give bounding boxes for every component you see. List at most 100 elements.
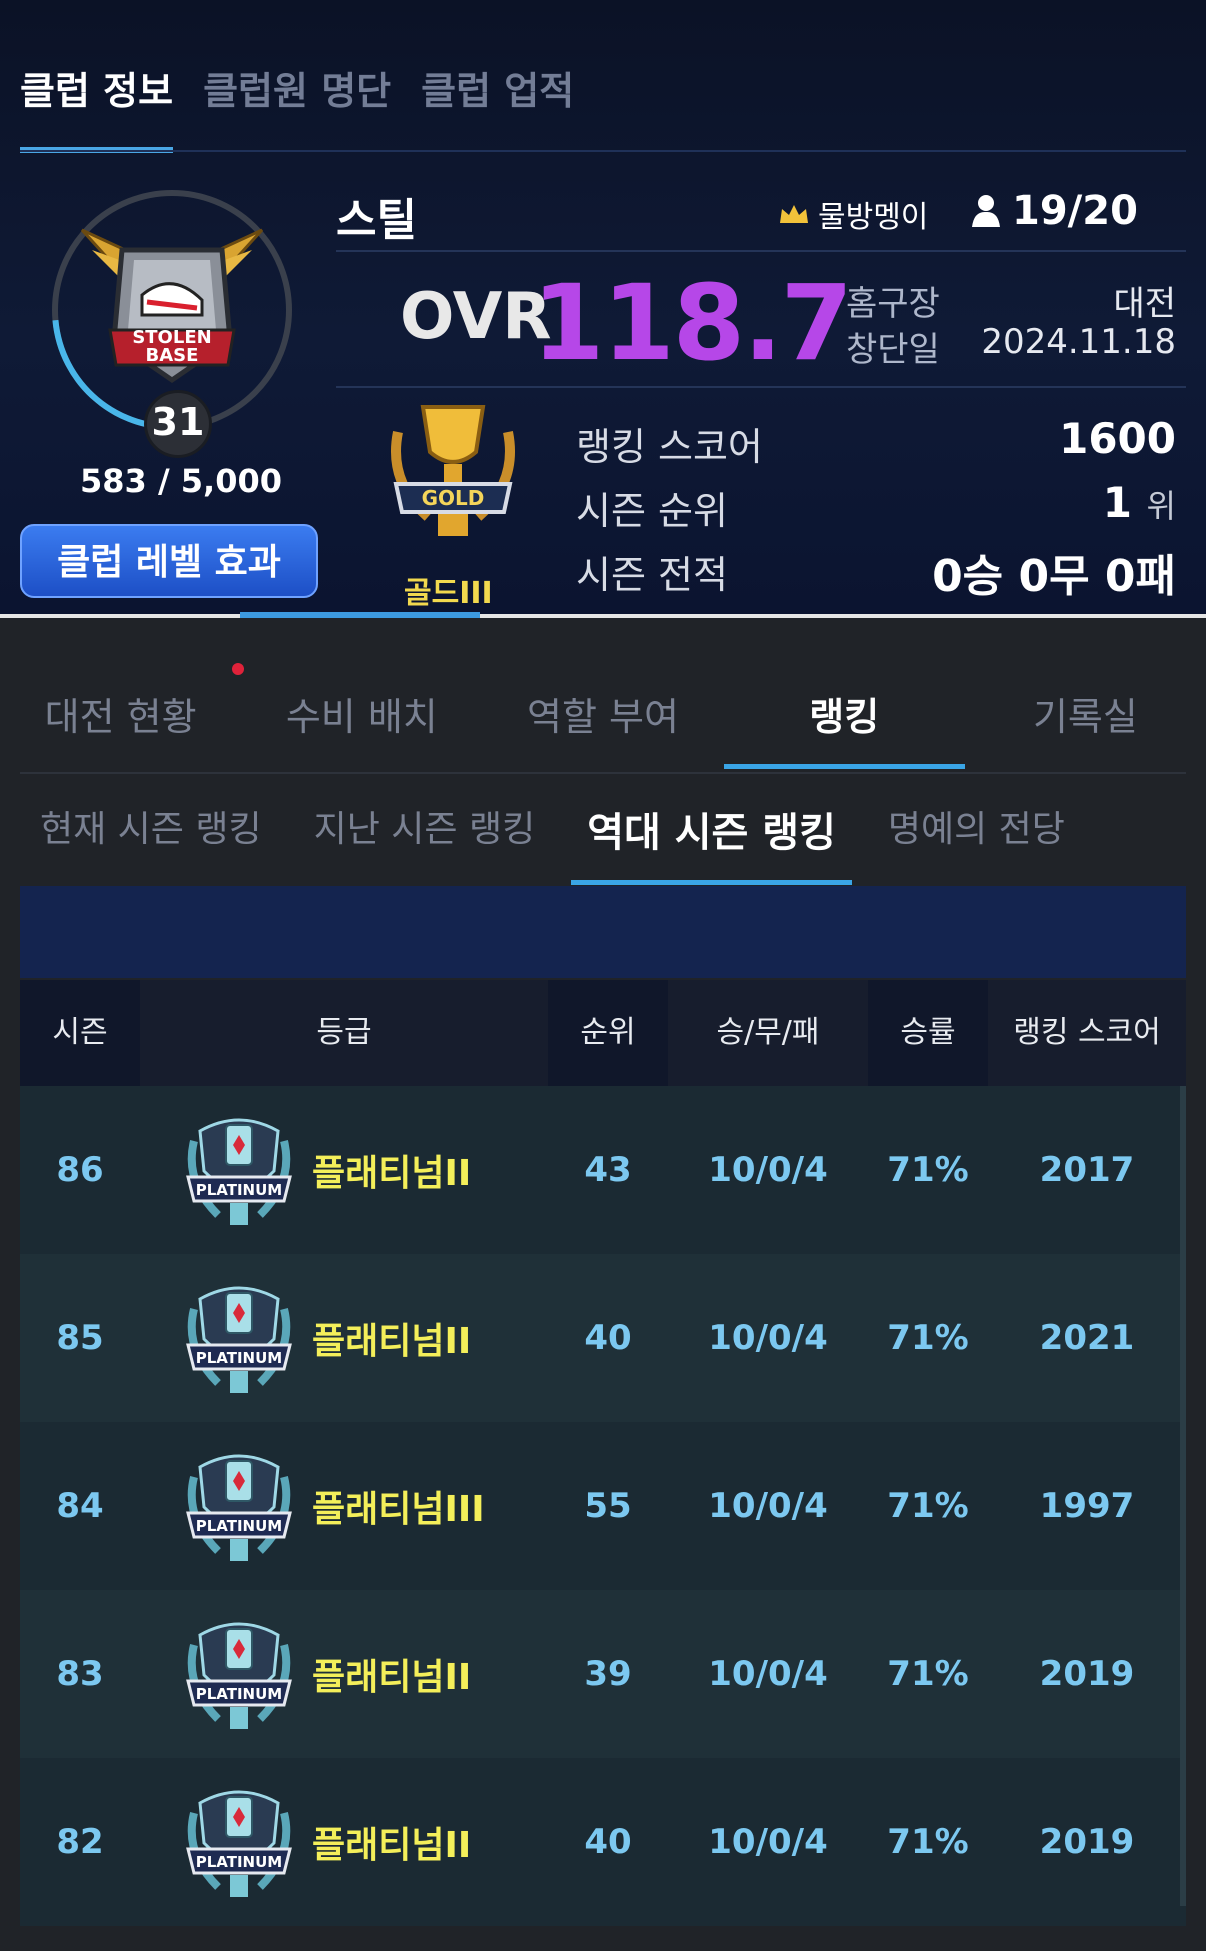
tab-club-members[interactable]: 클럽원 명단 [203, 60, 391, 153]
tab-club-achievements[interactable]: 클럽 업적 [421, 60, 574, 153]
ranking-sub-tabs: 현재 시즌 랭킹 지난 시즌 랭킹 역대 시즌 랭킹 명예의 전당 [40, 800, 1117, 888]
ranking-banner [20, 886, 1186, 978]
grade-name: 플래티넘II [312, 1657, 472, 1698]
grade-name: 플래티넘II [312, 1825, 472, 1866]
tab-records[interactable]: 기록실 [965, 676, 1206, 772]
ranking-score-cell: 2019 [1039, 1822, 1135, 1862]
tab-last-season-ranking[interactable]: 지난 시즌 랭킹 [314, 800, 536, 888]
win-rate-cell: 71% [887, 1150, 969, 1190]
club-level-effect-button[interactable]: 클럽 레벨 효과 [20, 524, 318, 598]
crown-icon [780, 205, 808, 223]
ranking-score-cell: 2021 [1039, 1318, 1135, 1358]
rank-cell: 43 [584, 1150, 632, 1190]
grade-cell: PLATINUM 플래티넘II [140, 1783, 548, 1901]
season-cell: 86 [56, 1150, 104, 1190]
grade-cell: PLATINUM 플래티넘II [140, 1111, 548, 1229]
club-members-count: 19/20 [970, 188, 1138, 234]
header-rank: 순위 [548, 980, 668, 1086]
table-row[interactable]: 86 PLATINUM 플래티넘II 43 10/0/4 71% 2017 [20, 1086, 1186, 1254]
season-cell: 82 [56, 1822, 104, 1862]
svg-text:PLATINUM: PLATINUM [196, 1685, 282, 1703]
club-name: 스틸 [336, 195, 417, 246]
rank-cell: 55 [584, 1486, 632, 1526]
tab-hall-of-fame[interactable]: 명예의 전당 [888, 800, 1065, 888]
ranking-score-value: 1600 [1059, 414, 1176, 463]
rank-cell: 39 [584, 1654, 632, 1694]
ranking-score-cell: 2019 [1039, 1654, 1135, 1694]
club-exp: 583 / 5,000 [80, 462, 282, 500]
table-row[interactable]: 85 PLATINUM 플래티넘II 40 10/0/4 71% 2021 [20, 1254, 1186, 1422]
season-record-label: 시즌 전적 [576, 553, 728, 597]
win-rate-cell: 71% [887, 1486, 969, 1526]
win-rate-cell: 71% [887, 1318, 969, 1358]
record-cell: 10/0/4 [708, 1318, 828, 1358]
header-record: 승/무/패 [668, 980, 868, 1086]
home-stadium-label: 홈구장 [846, 284, 940, 324]
rank-cell: 40 [584, 1318, 632, 1358]
club-level-badge: 31 [144, 390, 212, 458]
scrollbar[interactable] [1180, 1086, 1186, 1906]
record-cell: 10/0/4 [708, 1822, 828, 1862]
record-cell: 10/0/4 [708, 1654, 828, 1694]
person-icon [972, 195, 1000, 227]
divider [336, 386, 1186, 388]
platinum-grade-emblem-icon: PLATINUM [186, 1790, 292, 1897]
club-tabs: 클럽 정보 클럽원 명단 클럽 업적 [20, 60, 604, 153]
win-rate-cell: 71% [887, 1822, 969, 1862]
tab-ranking[interactable]: 랭킹 [723, 676, 966, 772]
platinum-grade-emblem-icon: PLATINUM [186, 1286, 292, 1393]
grade-name: 플래티넘III [312, 1489, 485, 1530]
season-cell: 83 [56, 1654, 104, 1694]
table-row[interactable]: 82 PLATINUM 플래티넘II 40 10/0/4 71% 2019 [20, 1758, 1186, 1926]
grade-cell: PLATINUM 플래티넘III [140, 1447, 548, 1565]
divider [20, 772, 1186, 774]
season-ranking-table: 시즌 등급 순위 승/무/패 승률 랭킹 스코어 86 PLATINUM 플래티… [20, 980, 1186, 1926]
platinum-grade-emblem-icon: PLATINUM [186, 1622, 292, 1729]
svg-text:PLATINUM: PLATINUM [196, 1853, 282, 1871]
gold-grade-emblem-icon: GOLD [391, 405, 515, 536]
club-emblem: STOLEN BASE 31 [2, 140, 342, 480]
tab-match-status[interactable]: 대전 현황 [0, 676, 241, 772]
club-master: 물방멩이 [778, 192, 928, 236]
win-rate-cell: 71% [887, 1654, 969, 1694]
ovr-label: OVR [400, 280, 552, 354]
season-rank: 1 위 [1103, 478, 1176, 527]
tab-club-info[interactable]: 클럽 정보 [20, 60, 174, 153]
svg-text:PLATINUM: PLATINUM [196, 1517, 282, 1535]
tab-current-season-ranking[interactable]: 현재 시즌 랭킹 [40, 800, 262, 888]
season-rank-unit: 위 [1146, 487, 1176, 525]
ranking-score-label: 랭킹 스코어 [576, 425, 763, 469]
table-row[interactable]: 83 PLATINUM 플래티넘II 39 10/0/4 71% 2019 [20, 1590, 1186, 1758]
tab-all-time-season-ranking[interactable]: 역대 시즌 랭킹 [571, 800, 852, 888]
svg-text:PLATINUM: PLATINUM [196, 1181, 282, 1199]
club-master-name: 물방멩이 [818, 200, 929, 235]
ranking-score-cell: 2017 [1039, 1150, 1135, 1190]
header-win-rate: 승률 [868, 980, 988, 1086]
season-cell: 85 [56, 1318, 104, 1358]
notification-dot [232, 663, 244, 675]
divider [336, 250, 1186, 252]
grade-cell: PLATINUM 플래티넘II [140, 1615, 548, 1733]
ranking-score-cell: 1997 [1039, 1486, 1135, 1526]
record-cell: 10/0/4 [708, 1486, 828, 1526]
season-rank-label: 시즌 순위 [576, 489, 728, 533]
tab-defense-lineup[interactable]: 수비 배치 [241, 676, 482, 772]
members-value: 19/20 [1012, 188, 1138, 234]
home-stadium-value: 대전 [1113, 284, 1176, 324]
grade-name: 플래티넘II [312, 1153, 472, 1194]
season-rank-value: 1 [1102, 478, 1132, 527]
founded-value: 2024.11.18 [981, 322, 1176, 362]
main-tabs: 대전 현황 수비 배치 역할 부여 랭킹 기록실 [0, 676, 1206, 772]
platinum-grade-emblem-icon: PLATINUM [186, 1118, 292, 1225]
table-body: 86 PLATINUM 플래티넘II 43 10/0/4 71% 2017 85 [20, 1086, 1186, 1926]
table-row[interactable]: 84 PLATINUM 플래티넘III 55 10/0/4 71% 1997 [20, 1422, 1186, 1590]
header-grade: 등급 [140, 980, 548, 1086]
svg-text:GOLD: GOLD [422, 486, 485, 510]
season-record-value: 0승 0무 0패 [932, 551, 1176, 602]
record-cell: 10/0/4 [708, 1150, 828, 1190]
tab-role-assign[interactable]: 역할 부여 [482, 676, 723, 772]
season-cell: 84 [56, 1486, 104, 1526]
founded-label: 창단일 [846, 330, 940, 370]
svg-text:PLATINUM: PLATINUM [196, 1349, 282, 1367]
svg-text:BASE: BASE [146, 345, 199, 366]
